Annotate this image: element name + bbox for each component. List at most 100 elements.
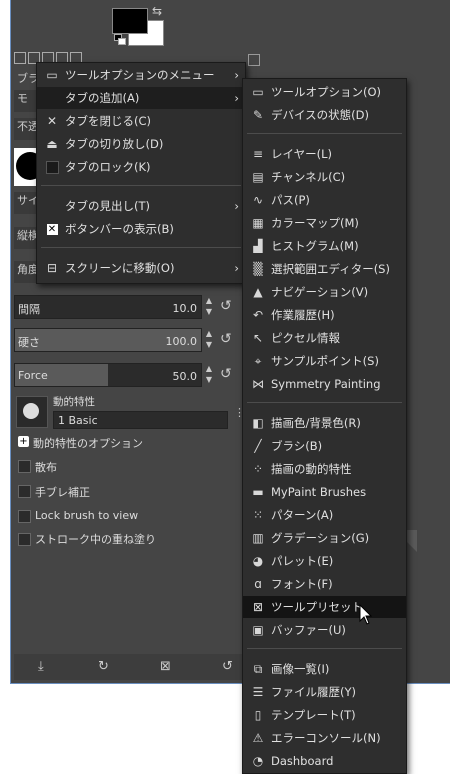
menu-item-label: タブの追加(A) [65, 91, 140, 105]
palettes-icon: ◕ [252, 554, 264, 568]
submenu-item-gradients[interactable]: ▥ グラデーション(G) [243, 527, 406, 549]
pointer-icon: ↖ [252, 331, 264, 345]
reset-icon[interactable]: ↺ [220, 298, 232, 314]
submenu-item-images[interactable]: ⧉ 画像一覧(I) [243, 658, 406, 680]
chevron-right-icon: › [234, 261, 239, 275]
foreground-color-swatch[interactable] [112, 8, 148, 34]
brush-preview[interactable] [14, 148, 44, 186]
menu-item-label: テンプレート(T) [271, 708, 356, 722]
apply-jitter-checkbox[interactable] [18, 460, 31, 473]
submenu-item-patterns[interactable]: ⁙ パターン(A) [243, 504, 406, 526]
menu-item-add-tab[interactable]: タブの追加(A) › [37, 87, 245, 109]
undo-history-icon: ↶ [252, 308, 264, 322]
menu-item-label: パレット(E) [271, 554, 334, 568]
submenu-item-symmetry[interactable]: ⋈ Symmetry Painting [243, 373, 406, 395]
menu-item-tab-style[interactable]: タブの見出し(T) › [37, 195, 245, 217]
submenu-item-palettes[interactable]: ◕ パレット(E) [243, 550, 406, 572]
lock-brush-label: Lock brush to view [35, 509, 139, 522]
templates-icon: ▯ [254, 708, 262, 722]
swap-colors-icon[interactable]: ⇆ [152, 4, 162, 18]
histogram-icon: ▟ [253, 239, 263, 253]
menu-separator [41, 247, 241, 248]
submenu-item-error-console[interactable]: ⚠ エラーコンソール(N) [243, 727, 406, 749]
menu-item-label: ナビゲーション(V) [271, 285, 369, 299]
delete-icon[interactable]: ⊠ [160, 659, 171, 674]
spin-buttons[interactable]: ▲ ▼ [204, 363, 214, 387]
menu-item-label: タブの見出し(T) [65, 199, 150, 213]
reset-icon[interactable]: ↺ [220, 366, 232, 382]
menu-item-show-button-bar[interactable]: ✕ ボタンバーの表示(B) [37, 218, 245, 240]
submenu-item-paint-dynamics[interactable]: ⁘ 描画の動的特性 [243, 458, 406, 480]
submenu-item-dashboard[interactable]: ◔ Dashboard [243, 750, 406, 772]
force-slider[interactable]: Force 50.0 [14, 363, 202, 387]
submenu-item-device-status[interactable]: ✎ デバイスの状態(D) [243, 104, 406, 126]
submenu-item-colormap[interactable]: ▦ カラーマップ(M) [243, 212, 406, 234]
menu-item-detach-tab[interactable]: ⏏ タブの切り放し(D) [37, 133, 245, 155]
menu-item-label: ツールオプション(O) [271, 85, 382, 99]
submenu-item-sample-points[interactable]: ⌖ サンプルポイント(S) [243, 350, 406, 372]
submenu-item-tool-presets[interactable]: ⊠ ツールプリセット [243, 596, 406, 618]
images-icon: ⧉ [253, 662, 263, 676]
tool-presets-icon: ⊠ [252, 600, 264, 614]
dock-menu-button[interactable] [248, 54, 260, 66]
hardness-slider[interactable]: 硬さ 100.0 [14, 328, 202, 352]
submenu-item-paths[interactable]: ∿ パス(P) [243, 189, 406, 211]
menu-item-label: ツールプリセット [271, 600, 363, 614]
menu-item-close-tab[interactable]: ✕ タブを閉じる(C) [37, 110, 245, 132]
menu-item-label: 選択範囲エディター(S) [271, 262, 390, 276]
fg-bg-colors-icon: ◧ [252, 416, 264, 430]
default-colors-icon[interactable] [114, 34, 126, 45]
reset-icon[interactable]: ↺ [222, 659, 233, 674]
screen-icon: ⊟ [46, 261, 58, 275]
menu-item-label: MyPaint Brushes [271, 485, 367, 499]
submenu-item-fg-bg-colors[interactable]: ◧ 描画色/背景色(R) [243, 412, 406, 434]
submenu-item-layers[interactable]: ≡ レイヤー(L) [243, 143, 406, 165]
submenu-item-document-history[interactable]: ☰ ファイル履歴(Y) [243, 681, 406, 703]
submenu-item-navigation[interactable]: ▲ ナビゲーション(V) [243, 281, 406, 303]
tab-icon[interactable] [14, 52, 26, 64]
submenu-item-histogram[interactable]: ▟ ヒストグラム(M) [243, 235, 406, 257]
incremental-checkbox[interactable] [18, 533, 31, 546]
dynamics-preview-button[interactable] [16, 396, 48, 428]
submenu-item-buffers[interactable]: ▣ バッファー(U) [243, 619, 406, 641]
partial-opacity-slider[interactable]: 不透 [14, 118, 38, 140]
restore-icon[interactable]: ↻ [98, 659, 109, 674]
submenu-item-tool-options[interactable]: ▭ ツールオプション(O) [243, 81, 406, 103]
brushes-icon: ╱ [254, 439, 262, 453]
partial-aspect-slider[interactable]: 縦横 [14, 227, 38, 249]
menu-item-move-to-screen[interactable]: ⊟ スクリーンに移動(O) › [37, 257, 245, 279]
smooth-stroke-checkbox[interactable] [18, 485, 31, 498]
slider-label: 硬さ [18, 336, 40, 349]
lock-brush-checkbox[interactable] [18, 510, 31, 523]
partial-mode-field[interactable]: モ [14, 90, 38, 112]
menu-item-label: グラデーション(G) [271, 531, 370, 545]
slider-label: Force [18, 369, 48, 382]
menu-item-label: Symmetry Painting [271, 377, 381, 391]
partial-angle-slider[interactable]: 角度 [14, 261, 38, 283]
submenu-item-fonts[interactable]: ɑ フォント(F) [243, 573, 406, 595]
dynamics-options-label[interactable]: 動的特性のオプション [33, 435, 143, 451]
dynamics-select[interactable]: 1 Basic [53, 411, 228, 429]
partial-size-slider[interactable]: サイ [14, 192, 38, 214]
menu-item-lock-tab[interactable]: タブのロック(K) [37, 156, 245, 178]
submenu-item-templates[interactable]: ▯ テンプレート(T) [243, 704, 406, 726]
spin-buttons[interactable]: ▲ ▼ [204, 328, 214, 352]
submenu-item-mypaint-brushes[interactable]: ▬ MyPaint Brushes [243, 481, 406, 503]
add-tab-submenu: ▭ ツールオプション(O) ✎ デバイスの状態(D) ≡ レイヤー(L) ▤ チャンネル… [242, 78, 407, 774]
menu-item-label: フォント(F) [271, 577, 333, 591]
submenu-item-undo-history[interactable]: ↶ 作業履歴(H) [243, 304, 406, 326]
expand-icon[interactable]: + [18, 436, 29, 447]
submenu-item-channels[interactable]: ▤ チャンネル(C) [243, 166, 406, 188]
device-status-icon: ✎ [252, 108, 264, 122]
patterns-icon: ⁙ [252, 508, 264, 522]
spin-buttons[interactable]: ▲ ▼ [204, 295, 214, 319]
submenu-item-pointer[interactable]: ↖ ピクセル情報 [243, 327, 406, 349]
submenu-item-brushes[interactable]: ╱ ブラシ(B) [243, 435, 406, 457]
close-icon: ✕ [46, 114, 58, 128]
menu-item-tool-options-menu[interactable]: ▭ ツールオプションのメニュー › [37, 64, 245, 86]
save-preset-icon[interactable]: ⤓ [38, 659, 44, 674]
reset-icon[interactable]: ↺ [220, 331, 232, 347]
submenu-item-selection-editor[interactable]: ▒ 選択範囲エディター(S) [243, 258, 406, 280]
spacing-slider[interactable]: 間隔 10.0 [14, 295, 202, 319]
dock-context-menu: ▭ ツールオプションのメニュー › タブの追加(A) › ✕ タブを閉じる(C)… [36, 62, 246, 284]
